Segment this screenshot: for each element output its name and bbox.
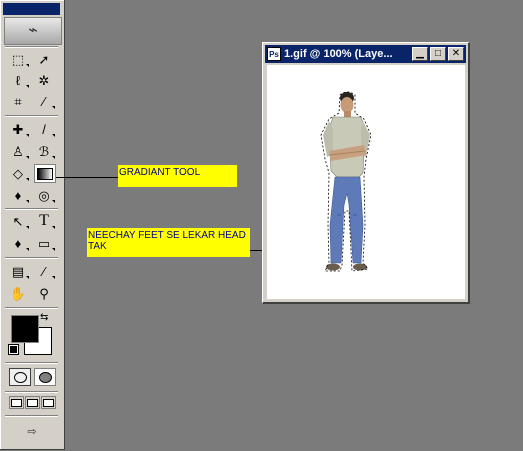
lasso-icon: ℓ — [15, 72, 21, 88]
marquee-tool-icon[interactable]: ⬚ — [7, 50, 29, 68]
foreground-color-swatch[interactable] — [11, 315, 39, 343]
hand-icon: ✋ — [9, 285, 27, 301]
screen-mode-icon — [27, 398, 38, 407]
toolbox-separator — [5, 115, 58, 117]
gradient-tool-button[interactable] — [34, 164, 56, 183]
quick-mask-icon — [38, 371, 52, 383]
maximize-button[interactable]: □ — [430, 47, 446, 61]
crop-icon: ⌗ — [14, 93, 22, 109]
dodge-icon: ◎ — [38, 187, 50, 203]
eyedropper-tool-icon[interactable]: ⁄ — [33, 262, 55, 280]
notes-icon: ▤ — [11, 263, 25, 279]
brush-icon: / — [42, 121, 46, 137]
right-shoe — [353, 263, 367, 271]
minimize-button[interactable]: ▁ — [412, 47, 428, 61]
move-icon: ➚ — [38, 51, 50, 67]
pen-tool-icon[interactable]: ♦ — [7, 234, 29, 252]
crop-tool-icon[interactable]: ⌗ — [7, 92, 29, 110]
bandage-icon: ✚ — [12, 121, 24, 137]
marquee-icon: ⬚ — [11, 51, 25, 67]
adobe-online-icon[interactable]: ⌁ — [4, 17, 62, 45]
move-tool-icon[interactable]: ➚ — [33, 50, 55, 68]
toolbox-separator — [5, 257, 58, 259]
history-brush-tool-icon[interactable]: ℬ — [33, 142, 55, 160]
zoom-tool-icon[interactable]: ⚲ — [33, 284, 55, 302]
eyedropper-icon: ⁄ — [42, 263, 46, 279]
full-screen-menu-mode-button[interactable] — [25, 396, 40, 409]
type-tool-icon[interactable]: T — [33, 212, 55, 230]
pen-icon: ♦ — [14, 235, 22, 251]
minimize-icon: ▁ — [416, 48, 424, 59]
slice-tool-icon[interactable]: ⁄ — [33, 92, 55, 110]
head — [340, 97, 354, 113]
photoshop-document-icon[interactable]: Ps — [267, 47, 281, 61]
maximize-icon: □ — [434, 48, 442, 59]
dodge-tool-icon[interactable]: ◎ — [33, 186, 55, 204]
type-icon: T — [39, 212, 49, 229]
blur-tool-icon[interactable]: ♦ — [7, 186, 29, 204]
document-window[interactable]: Ps 1.gif @ 100% (Laye... ▁ □ ✕ — [262, 42, 470, 304]
toolbox-separator — [5, 415, 58, 417]
hand-tool-icon[interactable]: ✋ — [7, 284, 29, 302]
path-selection-tool-icon[interactable]: ↖ — [7, 212, 29, 230]
history-brush-icon: ℬ — [38, 143, 50, 159]
toolbox-separator — [5, 307, 58, 309]
swap-colors-icon[interactable]: ⇆ — [40, 312, 48, 323]
toolbox-separator — [5, 362, 58, 364]
jeans — [329, 176, 364, 264]
full-screen-mode-button[interactable] — [41, 396, 56, 409]
gradient-tool-annotation: GRADIANT TOOL — [118, 165, 237, 187]
magic-wand-tool-icon[interactable]: ✲ — [33, 71, 55, 89]
jump-to-imageready-button[interactable]: ⇨ — [8, 421, 56, 441]
screen-mode-icon — [43, 398, 54, 407]
shape-tool-icon[interactable]: ▭ — [33, 234, 55, 252]
notes-tool-icon[interactable]: ▤ — [7, 262, 29, 280]
blur-icon: ♦ — [14, 187, 22, 203]
quick-mask-mode-button[interactable] — [34, 368, 56, 386]
toolbox-separator — [5, 391, 58, 393]
toolbox-titlebar[interactable] — [3, 3, 60, 15]
stamp-icon: ♙ — [12, 143, 24, 159]
standard-mode-button[interactable] — [9, 368, 31, 386]
gradient-leader-line — [56, 177, 118, 178]
close-button[interactable]: ✕ — [448, 47, 464, 61]
clone-stamp-tool-icon[interactable]: ♙ — [7, 142, 29, 160]
document-titlebar[interactable]: Ps 1.gif @ 100% (Laye... ▁ □ ✕ — [265, 45, 466, 63]
standard-screen-mode-button[interactable] — [9, 396, 24, 409]
toolbox-separator — [5, 46, 58, 48]
magnifier-icon: ⚲ — [39, 285, 49, 301]
default-colors-icon[interactable] — [8, 344, 19, 355]
direction-annotation: NEECHAY FEET SE LEKAR HEAD TAK — [87, 228, 250, 257]
magic-wand-icon: ✲ — [38, 72, 50, 88]
document-canvas[interactable] — [267, 65, 465, 299]
close-icon: ✕ — [451, 48, 461, 59]
gradient-icon — [37, 167, 53, 180]
toolbox-palette: ⌁ ⬚ ➚ ℓ ✲ ⌗ ⁄ ✚ / ♙ ℬ ◇ ♦ ◎ ↖ T ♦ ▭ ▤ ⁄ … — [0, 0, 65, 450]
standard-mode-icon — [13, 371, 27, 383]
slice-icon: ⁄ — [42, 93, 46, 109]
toolbox-separator — [5, 208, 58, 210]
screen-mode-icon — [11, 398, 22, 407]
neck — [344, 111, 351, 117]
man-photo — [320, 91, 372, 272]
lasso-tool-icon[interactable]: ℓ — [7, 71, 29, 89]
eraser-tool-icon[interactable]: ◇ — [7, 164, 29, 182]
healing-brush-tool-icon[interactable]: ✚ — [7, 120, 29, 138]
eraser-icon: ◇ — [13, 165, 23, 181]
brush-tool-icon[interactable]: / — [33, 120, 55, 138]
arrow-icon: ↖ — [12, 213, 24, 229]
rectangle-icon: ▭ — [37, 235, 51, 251]
document-title: 1.gif @ 100% (Laye... — [284, 48, 393, 60]
jump-to-icon: ⇨ — [27, 425, 37, 438]
